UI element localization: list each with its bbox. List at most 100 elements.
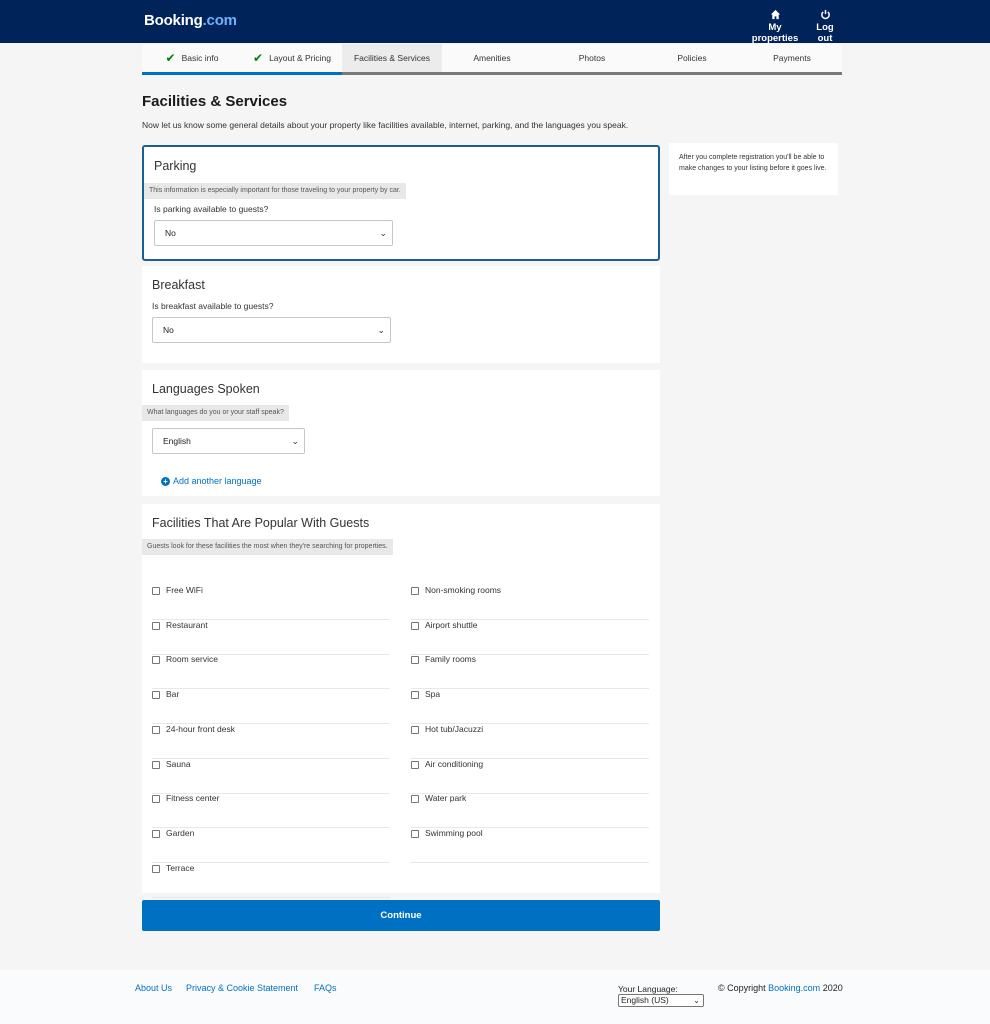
step-tab[interactable]: ✔ Basic info [142, 44, 242, 75]
facility-label: Air conditioning [425, 758, 484, 769]
parking-hint: This information is especially important… [144, 183, 406, 199]
step-tab[interactable]: ✔ Layout & Pricing [242, 44, 342, 75]
parking-title: Parking [154, 159, 197, 173]
my-properties-label: My properties [751, 22, 799, 44]
facility-option[interactable]: Terrace [152, 863, 390, 898]
booking-brand-link[interactable]: Booking.com [768, 983, 820, 993]
facility-option[interactable]: Family rooms [411, 654, 649, 690]
language-select[interactable]: English ⌄ [152, 428, 305, 454]
facility-option[interactable]: Swimming pool [411, 828, 649, 863]
facility-option[interactable]: Garden [152, 828, 390, 863]
facility-option[interactable]: Sauna [152, 759, 390, 794]
facility-checkbox[interactable] [152, 656, 160, 665]
facility-option[interactable]: Water park [411, 793, 649, 829]
facilities-card: Facilities That Are Popular With Guests … [142, 504, 660, 898]
copyright: © Copyright Booking.com 2020 [718, 983, 843, 993]
facility-label: 24-hour front desk [166, 723, 235, 734]
facility-checkbox[interactable] [411, 621, 419, 630]
languages-title: Languages Spoken [152, 382, 260, 396]
facility-checkbox[interactable] [152, 795, 160, 804]
language-label: Your Language: [618, 984, 678, 994]
facilities-title: Facilities That Are Popular With Guests [152, 516, 370, 530]
breakfast-select[interactable]: No ⌄ [152, 317, 391, 343]
add-another-language-link[interactable]: + Add another language [161, 476, 262, 486]
facility-option[interactable]: Bar [152, 689, 390, 725]
facility-option[interactable]: Non-smoking rooms [411, 585, 649, 620]
side-note: After you complete registration you'll b… [669, 143, 838, 195]
chevron-down-icon: ⌄ [377, 325, 385, 335]
continue-button[interactable]: Continue [142, 900, 660, 931]
facility-option[interactable]: Fitness center [152, 793, 390, 829]
facility-option[interactable]: Spa [411, 689, 649, 725]
facility-label: Hot tub/Jacuzzi [425, 723, 484, 734]
facility-checkbox[interactable] [152, 864, 160, 873]
facility-label: Free WiFi [166, 585, 203, 595]
home-icon [745, 9, 805, 21]
privacy-link[interactable]: Privacy & Cookie Statement [186, 983, 298, 993]
breakfast-question: Is breakfast available to guests? [152, 301, 274, 311]
facility-label: Family rooms [425, 654, 477, 665]
booking-logo[interactable]: Booking.com [144, 12, 237, 29]
step-label: Policies [677, 53, 707, 63]
facility-option[interactable]: Room service [152, 654, 390, 690]
about-us-link[interactable]: About Us [135, 983, 172, 993]
facility-checkbox[interactable] [152, 621, 160, 630]
facility-label: Swimming pool [425, 827, 483, 838]
step-tab[interactable]: Payments [742, 44, 842, 75]
facility-label: Room service [166, 654, 218, 665]
facility-option[interactable]: Free WiFi [152, 585, 390, 620]
facility-checkbox[interactable] [152, 587, 160, 595]
facility-label: Bar [166, 689, 180, 700]
step-tab[interactable]: Amenities [442, 44, 542, 75]
facility-checkbox[interactable] [411, 725, 419, 734]
my-properties-link[interactable]: My properties [745, 9, 805, 44]
add-language-label: Add another language [173, 476, 262, 486]
checkmark-icon: ✔ [165, 51, 176, 65]
facility-label: Fitness center [166, 793, 220, 804]
facilities-hint: Guests look for these facilities the mos… [142, 539, 393, 555]
faqs-link[interactable]: FAQs [314, 983, 337, 993]
facility-option[interactable]: Air conditioning [411, 759, 649, 794]
facility-checkbox[interactable] [152, 829, 160, 838]
registration-steps: ✔ Basic info ✔ Layout & Pricing Facilities &… [142, 44, 842, 76]
step-tab[interactable]: Policies [642, 44, 742, 75]
facility-checkbox[interactable] [411, 760, 419, 769]
facility-label: Water park [425, 793, 467, 804]
language-select-value: English [163, 436, 191, 446]
breakfast-card: Breakfast Is breakfast available to gues… [142, 266, 660, 363]
facility-checkbox[interactable] [152, 691, 160, 700]
plus-circle-icon: + [161, 476, 170, 486]
facility-label: Restaurant [166, 619, 208, 630]
facility-label: Airport shuttle [425, 619, 478, 630]
footer-language-select[interactable]: English (US) ⌄ [618, 994, 704, 1007]
facility-option[interactable]: Restaurant [152, 620, 390, 655]
step-label: Payments [773, 53, 811, 63]
step-label: Amenities [473, 53, 511, 63]
facility-checkbox[interactable] [411, 691, 419, 700]
step-tab[interactable]: Facilities & Services [342, 44, 442, 75]
facility-option[interactable]: Airport shuttle [411, 620, 649, 655]
footer: About Us Privacy & Cookie Statement FAQs… [0, 970, 990, 1024]
parking-select[interactable]: No ⌄ [154, 220, 393, 246]
facility-checkbox[interactable] [411, 829, 419, 838]
facility-label: Sauna [166, 758, 191, 769]
footer-language-value: English (US) [621, 995, 669, 1005]
facility-option[interactable]: 24-hour front desk [152, 724, 390, 759]
page-intro: Now let us know some general details abo… [142, 120, 629, 130]
logout-link[interactable]: Log out [808, 9, 842, 44]
chevron-down-icon: ⌄ [693, 996, 700, 1005]
facility-checkbox[interactable] [411, 656, 419, 665]
step-label: Photos [578, 53, 606, 63]
facility-checkbox[interactable] [411, 795, 419, 804]
facility-checkbox[interactable] [411, 587, 419, 595]
step-tab[interactable]: Photos [542, 44, 642, 75]
chevron-down-icon: ⌄ [379, 228, 387, 238]
facility-checkbox[interactable] [152, 725, 160, 734]
checkmark-icon: ✔ [253, 51, 264, 65]
facility-checkbox[interactable] [152, 760, 160, 769]
languages-hint: What languages do you or your staff spea… [142, 405, 289, 421]
facility-label: Spa [425, 689, 441, 700]
facility-label: Garden [166, 827, 195, 838]
facility-option[interactable]: Hot tub/Jacuzzi [411, 724, 649, 759]
parking-card: Parking This information is especially i… [142, 145, 660, 261]
